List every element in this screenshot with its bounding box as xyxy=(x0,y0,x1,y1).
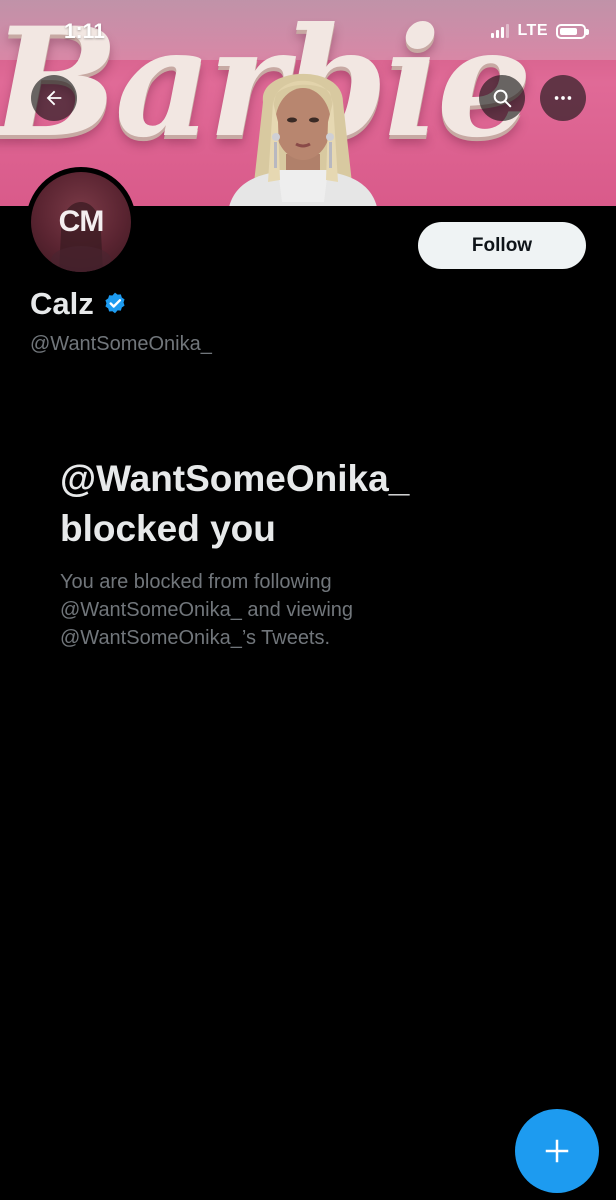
blocked-desc-line: You are blocked from following xyxy=(60,571,332,593)
banner-person-illustration xyxy=(229,73,377,206)
arrow-left-icon xyxy=(46,90,62,106)
profile-handle: @WantSomeOnika_ xyxy=(30,333,212,355)
status-bar: 1:11 LTE xyxy=(0,0,616,64)
status-indicators: LTE xyxy=(491,22,589,40)
plus-icon xyxy=(545,1139,569,1163)
search-icon xyxy=(493,89,512,108)
battery-icon xyxy=(556,23,589,39)
avatar-image: CM xyxy=(31,172,131,272)
more-horizontal-icon xyxy=(554,96,572,100)
avatar[interactable]: CM xyxy=(26,167,136,277)
network-label: LTE xyxy=(517,22,548,39)
avatar-initials: CM xyxy=(58,205,105,238)
blocked-title-text: blocked you xyxy=(60,508,276,549)
blocked-title: @WantSomeOnika_ blocked you xyxy=(60,454,560,554)
blocked-desc-line: @WantSomeOnika_ and viewing xyxy=(60,599,354,621)
display-name-row: Calz xyxy=(30,286,128,322)
more-options-button[interactable] xyxy=(540,75,586,121)
blocked-title-handle: @WantSomeOnika_ xyxy=(60,458,410,499)
blocked-description: You are blocked from following @WantSome… xyxy=(60,568,530,652)
follow-button[interactable]: Follow xyxy=(418,222,586,269)
back-button[interactable] xyxy=(31,75,77,121)
search-button[interactable] xyxy=(479,75,525,121)
compose-tweet-button[interactable] xyxy=(515,1109,599,1193)
verified-badge-icon xyxy=(105,292,125,314)
signal-icon xyxy=(491,24,510,38)
battery-level xyxy=(560,27,577,35)
display-name: Calz xyxy=(30,286,94,321)
blocked-desc-line: @WantSomeOnika_’s Tweets. xyxy=(60,627,331,649)
status-time: 1:11 xyxy=(64,20,105,43)
